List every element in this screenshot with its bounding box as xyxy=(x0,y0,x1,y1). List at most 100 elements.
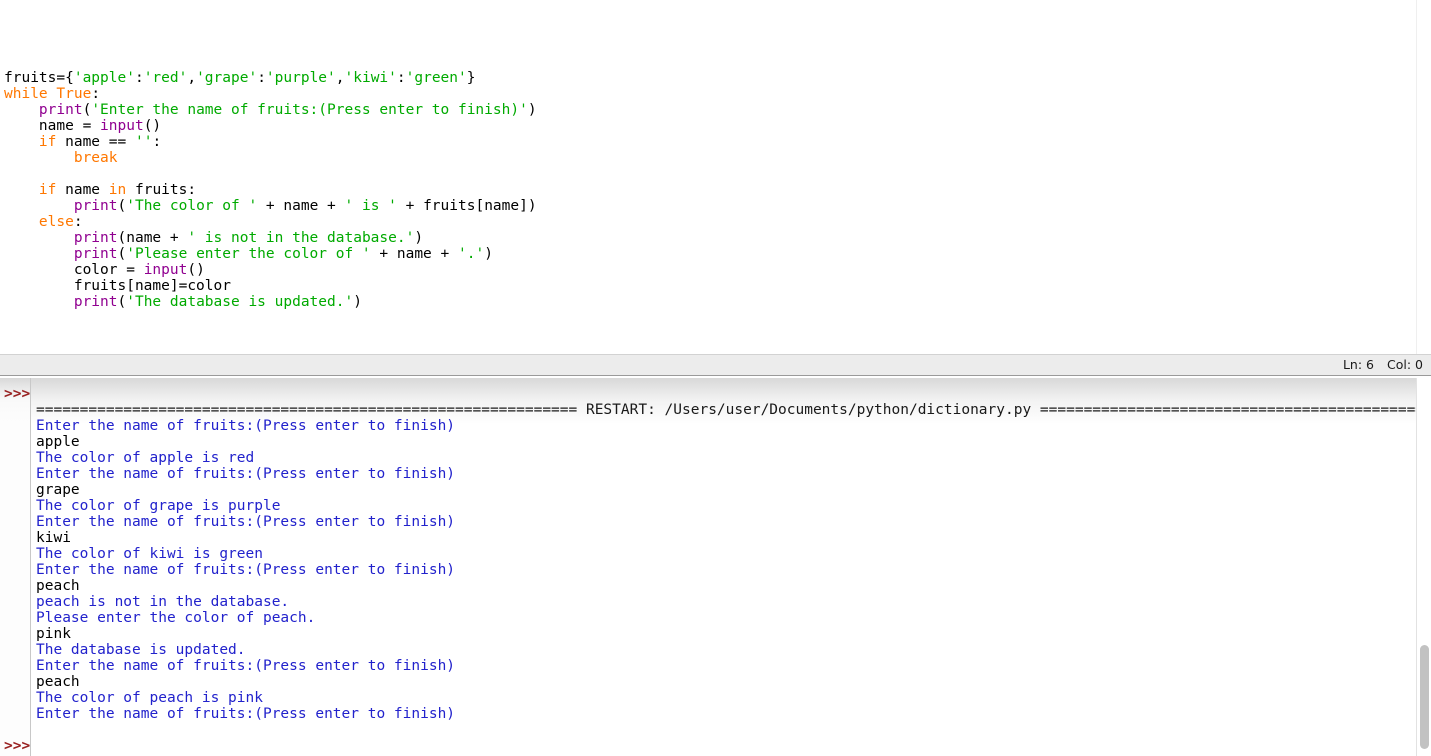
code-line: if name in fruits: xyxy=(4,182,537,198)
shell-output-line: Please enter the color of peach. xyxy=(36,610,316,626)
code-token: , xyxy=(335,70,345,86)
status-column-number: Col: 0 xyxy=(1387,357,1423,372)
shell-output-line: The color of peach is pink xyxy=(36,690,263,706)
python-shell-pane[interactable]: >>> >>> ================================… xyxy=(0,378,1431,756)
code-token: True xyxy=(56,86,92,102)
code-token: + name + xyxy=(370,246,458,262)
code-token: : xyxy=(152,134,162,150)
code-token: if xyxy=(38,134,57,150)
code-line: break xyxy=(4,150,537,166)
shell-scrollbar-thumb[interactable] xyxy=(1420,645,1429,749)
code-token: '' xyxy=(134,134,153,150)
code-token: ) xyxy=(527,102,537,118)
shell-output-line: Enter the name of fruits:(Press enter to… xyxy=(36,706,456,722)
shell-restart-line: ========================================… xyxy=(36,402,1431,418)
code-token: '.' xyxy=(457,246,485,262)
code-line: fruits[name]=color xyxy=(4,278,537,294)
code-token: 'red' xyxy=(143,70,188,86)
editor-code-area[interactable]: fruits={'apple':'red','grape':'purple','… xyxy=(4,70,537,310)
code-token: break xyxy=(73,150,118,166)
code-token: 'apple' xyxy=(73,70,135,86)
shell-output-line: peach is not in the database. xyxy=(36,594,290,610)
code-token: 'The database is updated.' xyxy=(126,294,354,310)
code-token: fruits: xyxy=(126,182,197,198)
code-token: fruits[name]=color xyxy=(4,278,231,294)
shell-output-line: Enter the name of fruits:(Press enter to… xyxy=(36,418,456,434)
editor-pane[interactable]: fruits={'apple':'red','grape':'purple','… xyxy=(0,0,1431,354)
code-token: name == xyxy=(56,134,135,150)
editor-scrollbar[interactable] xyxy=(1416,0,1431,354)
code-token: 'green' xyxy=(405,70,467,86)
code-token: 'Enter the name of fruits:(Press enter t… xyxy=(91,102,528,118)
code-token: while xyxy=(4,86,48,102)
code-line: color = input() xyxy=(4,262,537,278)
shell-input-line: pink xyxy=(36,626,71,642)
shell-scrollbar[interactable] xyxy=(1416,378,1431,756)
code-token: in xyxy=(108,182,127,198)
code-token: ' is not in the database.' xyxy=(187,230,415,246)
code-line: print('The color of ' + name + ' is ' + … xyxy=(4,198,537,214)
code-token: name = xyxy=(4,118,101,134)
code-token: () xyxy=(187,262,205,278)
shell-output-area[interactable]: ========================================… xyxy=(36,402,1431,722)
code-token: ) xyxy=(484,246,493,262)
shell-input-line: peach xyxy=(36,578,80,594)
shell-input-line: kiwi xyxy=(36,530,71,546)
shell-input-line: peach xyxy=(36,674,80,690)
code-token: ( xyxy=(117,246,127,262)
shell-output-line: The database is updated. xyxy=(36,642,246,658)
code-token: ) xyxy=(414,230,424,246)
code-line: print('Enter the name of fruits:(Press e… xyxy=(4,102,537,118)
code-token: : xyxy=(257,70,266,86)
code-line: name = input() xyxy=(4,118,537,134)
editor-status-bar: Ln: 6 Col: 0 xyxy=(0,354,1431,376)
shell-input-line: grape xyxy=(36,482,80,498)
code-line: while True: xyxy=(4,86,537,102)
code-token: fruits={ xyxy=(4,70,74,86)
code-token: ' is ' xyxy=(344,198,397,214)
status-line-number: Ln: 6 xyxy=(1342,357,1374,372)
code-token: ) xyxy=(353,294,362,310)
code-line: if name == '': xyxy=(4,134,537,150)
code-token: : xyxy=(396,70,406,86)
code-token: (name + xyxy=(117,230,188,246)
code-token: print xyxy=(38,102,83,118)
code-token: else xyxy=(38,214,74,230)
code-token: } xyxy=(466,70,476,86)
code-token: ( xyxy=(117,294,127,310)
code-token: + fruits[name]) xyxy=(396,198,537,214)
code-token: print xyxy=(73,230,118,246)
code-token: : xyxy=(134,70,144,86)
code-token: ( xyxy=(82,102,92,118)
shell-output-line: Enter the name of fruits:(Press enter to… xyxy=(36,466,456,482)
status-bar-position-group: Ln: 6 Col: 0 xyxy=(1343,357,1423,372)
code-line: fruits={'apple':'red','grape':'purple','… xyxy=(4,70,537,86)
code-token: 'kiwi' xyxy=(344,70,397,86)
code-token: 'The color of ' xyxy=(126,198,258,214)
shell-prompt-top: >>> xyxy=(4,386,31,402)
code-token: ( xyxy=(117,198,127,214)
shell-input-line: apple xyxy=(36,434,80,450)
code-token: 'grape' xyxy=(196,70,258,86)
code-token: : xyxy=(73,214,83,230)
shell-output-line: The color of kiwi is green xyxy=(36,546,263,562)
code-token: : xyxy=(91,86,101,102)
code-token: input xyxy=(100,118,144,134)
shell-output-line: Enter the name of fruits:(Press enter to… xyxy=(36,658,456,674)
code-token: 'purple' xyxy=(265,70,336,86)
code-token: () xyxy=(143,118,162,134)
code-token: , xyxy=(187,70,197,86)
code-token: print xyxy=(73,246,118,262)
code-line: print(name + ' is not in the database.') xyxy=(4,230,537,246)
shell-prompt-bottom[interactable]: >>> xyxy=(4,738,30,754)
shell-prompt-gutter xyxy=(0,378,31,756)
code-token: if xyxy=(38,182,57,198)
shell-output-line: Enter the name of fruits:(Press enter to… xyxy=(36,562,456,578)
